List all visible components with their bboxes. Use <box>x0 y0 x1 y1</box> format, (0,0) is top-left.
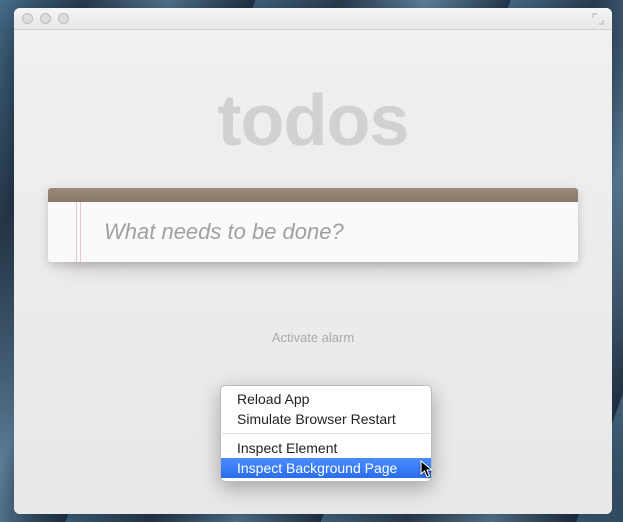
menu-item-inspect-element[interactable]: Inspect Element <box>221 438 431 458</box>
menu-item-inspect-background-page[interactable]: Inspect Background Page <box>221 458 431 478</box>
context-menu: Reload App Simulate Browser Restart Insp… <box>220 385 432 482</box>
app-content: todos Activate alarm Reload App Simulate… <box>14 30 612 514</box>
todo-header-bar <box>48 188 578 202</box>
new-todo-input[interactable] <box>86 202 578 262</box>
traffic-lights <box>22 13 69 24</box>
fullscreen-icon[interactable] <box>592 12 604 24</box>
close-window-button[interactable] <box>22 13 33 24</box>
app-title: todos <box>218 80 409 162</box>
menu-item-reload-app[interactable]: Reload App <box>221 389 431 409</box>
app-window: todos Activate alarm Reload App Simulate… <box>14 8 612 514</box>
notebook-margin-lines <box>48 202 86 262</box>
menu-divider <box>222 433 430 434</box>
window-titlebar[interactable] <box>14 8 612 30</box>
todo-card <box>48 188 578 262</box>
zoom-window-button[interactable] <box>58 13 69 24</box>
activate-alarm-link[interactable]: Activate alarm <box>272 330 354 345</box>
minimize-window-button[interactable] <box>40 13 51 24</box>
cursor-pointer-icon <box>420 460 436 480</box>
menu-item-simulate-restart[interactable]: Simulate Browser Restart <box>221 409 431 429</box>
todo-input-row <box>48 202 578 262</box>
